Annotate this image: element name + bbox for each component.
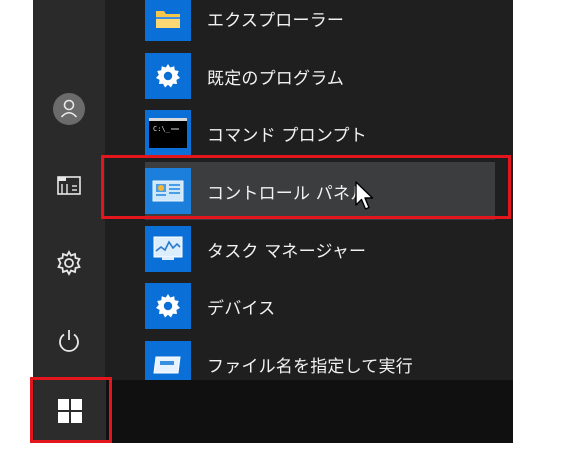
gear-icon	[145, 283, 191, 329]
file-explorer-icon	[57, 176, 81, 195]
app-label: デバイス	[207, 298, 276, 319]
app-label: 既定のプログラム	[207, 68, 345, 89]
power-button[interactable]	[33, 318, 105, 364]
mouse-cursor-icon	[355, 181, 374, 210]
app-label: ファイル名を指定して実行	[207, 356, 413, 377]
user-account-button[interactable]	[33, 86, 105, 132]
svg-text:C:\_: C:\_	[153, 125, 171, 133]
app-item-devices[interactable]: デバイス	[145, 277, 495, 335]
folder-icon	[145, 0, 191, 41]
settings-gear-icon	[57, 250, 81, 276]
settings-button[interactable]	[33, 240, 105, 286]
app-label: タスク マネージャー	[207, 241, 367, 262]
file-explorer-button[interactable]	[33, 162, 105, 208]
gear-icon	[145, 53, 191, 99]
app-item-default-programs[interactable]: 既定のプログラム	[145, 47, 495, 105]
user-avatar-icon	[53, 93, 85, 125]
command-prompt-icon: C:\_	[145, 110, 191, 156]
control-panel-highlight-frame	[101, 155, 511, 219]
start-menu-left-rail	[33, 0, 105, 380]
power-icon	[59, 330, 79, 352]
task-manager-icon	[145, 226, 191, 272]
app-label: コマンド プロンプト	[207, 125, 367, 146]
start-button-highlight-frame	[30, 377, 112, 443]
app-item-command-prompt[interactable]: C:\_ コマンド プロンプト	[145, 104, 495, 162]
app-item-explorer[interactable]: エクスプローラー	[145, 0, 495, 47]
app-item-task-manager[interactable]: タスク マネージャー	[145, 220, 495, 278]
app-label: エクスプローラー	[207, 10, 345, 31]
